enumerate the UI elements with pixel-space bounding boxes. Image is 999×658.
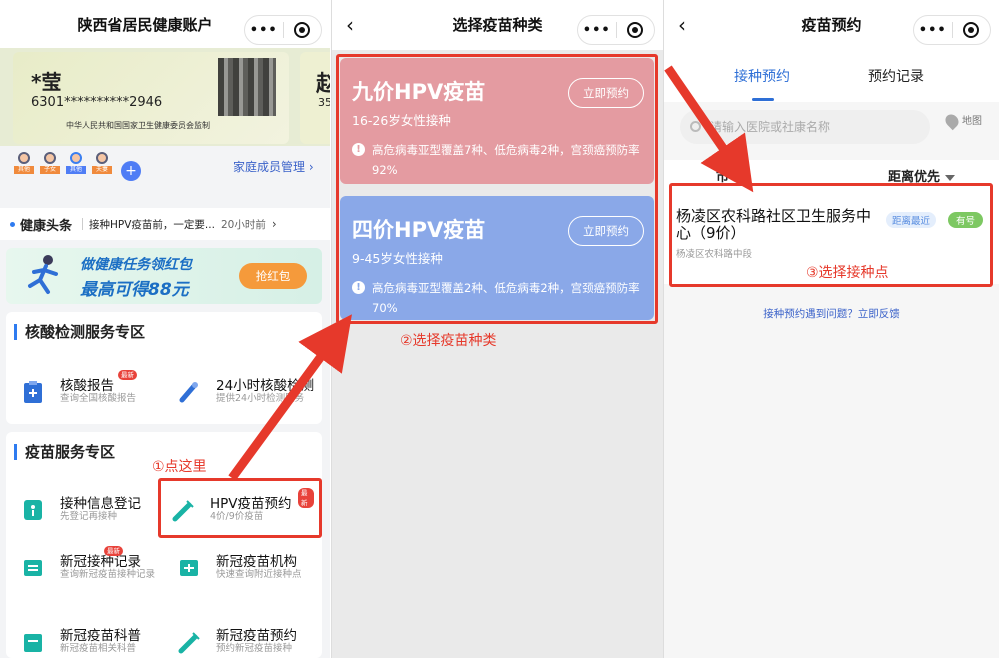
- institution-icon: [180, 560, 198, 576]
- nav-bar: 陕西省居民健康账户 •••: [0, 0, 330, 50]
- family-member-avatar[interactable]: 其他: [14, 152, 34, 178]
- map-button[interactable]: 地图: [942, 111, 982, 131]
- tab-booking[interactable]: 接种预约: [734, 66, 790, 101]
- book-icon: [24, 634, 42, 652]
- family-member-avatar[interactable]: 夫妻: [92, 152, 112, 178]
- bullet-icon: [10, 221, 15, 227]
- banner-line2: 最高可得88元: [80, 280, 189, 300]
- highlight-box: [158, 478, 322, 538]
- health-account-screen: 陕西省居民健康账户 ••• *莹 6301**********2946 中华人民…: [0, 0, 330, 658]
- screenshot-root: 陕西省居民健康账户 ••• *莹 6301**********2946 中华人民…: [0, 0, 999, 658]
- mini-program-capsule[interactable]: •••: [244, 15, 322, 45]
- banner-line1: 做健康任务领红包: [80, 257, 192, 273]
- mini-program-capsule[interactable]: •••: [913, 15, 991, 45]
- highlight-box: [336, 54, 658, 324]
- close-target-icon[interactable]: [617, 22, 655, 38]
- new-badge: 最新: [118, 370, 137, 380]
- family-member-avatar[interactable]: 子女: [40, 152, 60, 178]
- grab-red-packet-button[interactable]: 抢红包: [239, 263, 307, 289]
- search-input[interactable]: 请输入医院或社康名称: [680, 110, 930, 144]
- record-icon: [24, 560, 42, 576]
- search-icon: [690, 121, 701, 132]
- card-holder-name: *莹: [31, 70, 62, 94]
- mini-program-capsule[interactable]: •••: [577, 15, 655, 45]
- family-manage-link[interactable]: 家庭成员管理 ›: [233, 158, 314, 175]
- news-time: 20小时前: [220, 218, 266, 231]
- nav-bar: ‹ 疫苗预约 •••: [664, 0, 999, 50]
- section-title: 核酸检测服务专区: [14, 324, 145, 340]
- syringe-icon: [178, 632, 200, 654]
- test-tube-icon: [179, 382, 198, 403]
- register-icon: [24, 500, 42, 520]
- health-news-bar[interactable]: 健康头条 接种HPV疫苗前，一定要... 20小时前 ›: [0, 208, 330, 240]
- new-badge: 最新: [104, 546, 123, 556]
- health-card[interactable]: *莹 6301**********2946 中华人民共和国国家卫生健康委员会监制: [13, 52, 289, 144]
- step1-annotation: ①点这里: [152, 459, 207, 475]
- covid-record-item[interactable]: 新冠接种记录 最新 查询新冠疫苗接种记录: [14, 546, 164, 590]
- vaccine-booking-screen: ‹ 疫苗预约 ••• 接种预约 预约记录 请输入医院或社康名称 地图 市 距离优…: [663, 0, 999, 658]
- more-icon[interactable]: •••: [578, 23, 616, 38]
- close-target-icon[interactable]: [284, 22, 322, 38]
- covid-institution-item[interactable]: 新冠疫苗机构 快速查询附近接种点: [170, 550, 320, 590]
- next-card-initial: 赵: [316, 72, 330, 97]
- report-icon: [24, 381, 42, 403]
- more-icon[interactable]: •••: [914, 23, 952, 38]
- covid-science-item[interactable]: 新冠疫苗科普 新冠疫苗相关科普: [14, 624, 164, 658]
- chevron-right-icon: ›: [271, 217, 277, 231]
- more-icon[interactable]: •••: [245, 23, 283, 38]
- vaccine-register-item[interactable]: 接种信息登记 先登记再接种: [14, 492, 164, 532]
- 24h-test-item[interactable]: 24小时核酸检测 提供24小时检测服务: [170, 374, 320, 414]
- caret-down-icon: [734, 174, 745, 181]
- next-card-number: 35: [318, 96, 330, 109]
- covid-booking-item[interactable]: 新冠疫苗预约 预约新冠疫苗接种: [170, 624, 320, 658]
- caret-down-icon: [945, 174, 956, 181]
- nucleic-report-item[interactable]: 核酸报告 最新 查询全国核酸报告: [14, 370, 164, 414]
- news-label: 健康头条: [20, 218, 73, 234]
- nav-bar: ‹ 选择疫苗种类 •••: [332, 0, 663, 50]
- card-number: 6301**********2946: [31, 95, 163, 110]
- section-title: 疫苗服务专区: [14, 444, 115, 460]
- family-members: 其他 子女 其他 夫妻 +: [14, 152, 141, 181]
- nucleic-section: 核酸检测服务专区 核酸报告 最新 查询全国核酸报告 24小时核酸检测 提供24小…: [6, 312, 322, 424]
- news-text: 接种HPV疫苗前，一定要...: [89, 218, 215, 231]
- card-issuer: 中华人民共和国国家卫生健康委员会监制: [66, 121, 210, 130]
- tab-bar: 接种预约 预约记录: [664, 50, 999, 102]
- step3-annotation: ③选择接种点: [806, 265, 889, 281]
- add-family-member-button[interactable]: +: [121, 161, 141, 181]
- task-banner[interactable]: 做健康任务领红包 最高可得88元 抢红包: [6, 248, 322, 304]
- family-member-avatar[interactable]: 其他: [66, 152, 86, 178]
- tab-records[interactable]: 预约记录: [868, 66, 924, 86]
- step2-annotation: ②选择疫苗种类: [400, 333, 497, 349]
- map-pin-icon: [942, 111, 962, 131]
- feedback-link[interactable]: 接种预约遇到问题？立即反馈: [664, 306, 999, 321]
- next-health-card[interactable]: 赵 35: [300, 52, 330, 144]
- qr-code-icon[interactable]: [218, 58, 276, 116]
- close-target-icon[interactable]: [953, 22, 991, 38]
- vaccine-type-screen: ‹ 选择疫苗种类 ••• 九价HPV疫苗 16-26岁女性接种 立即预约 ! 高危…: [331, 0, 663, 658]
- runner-icon: [28, 255, 58, 294]
